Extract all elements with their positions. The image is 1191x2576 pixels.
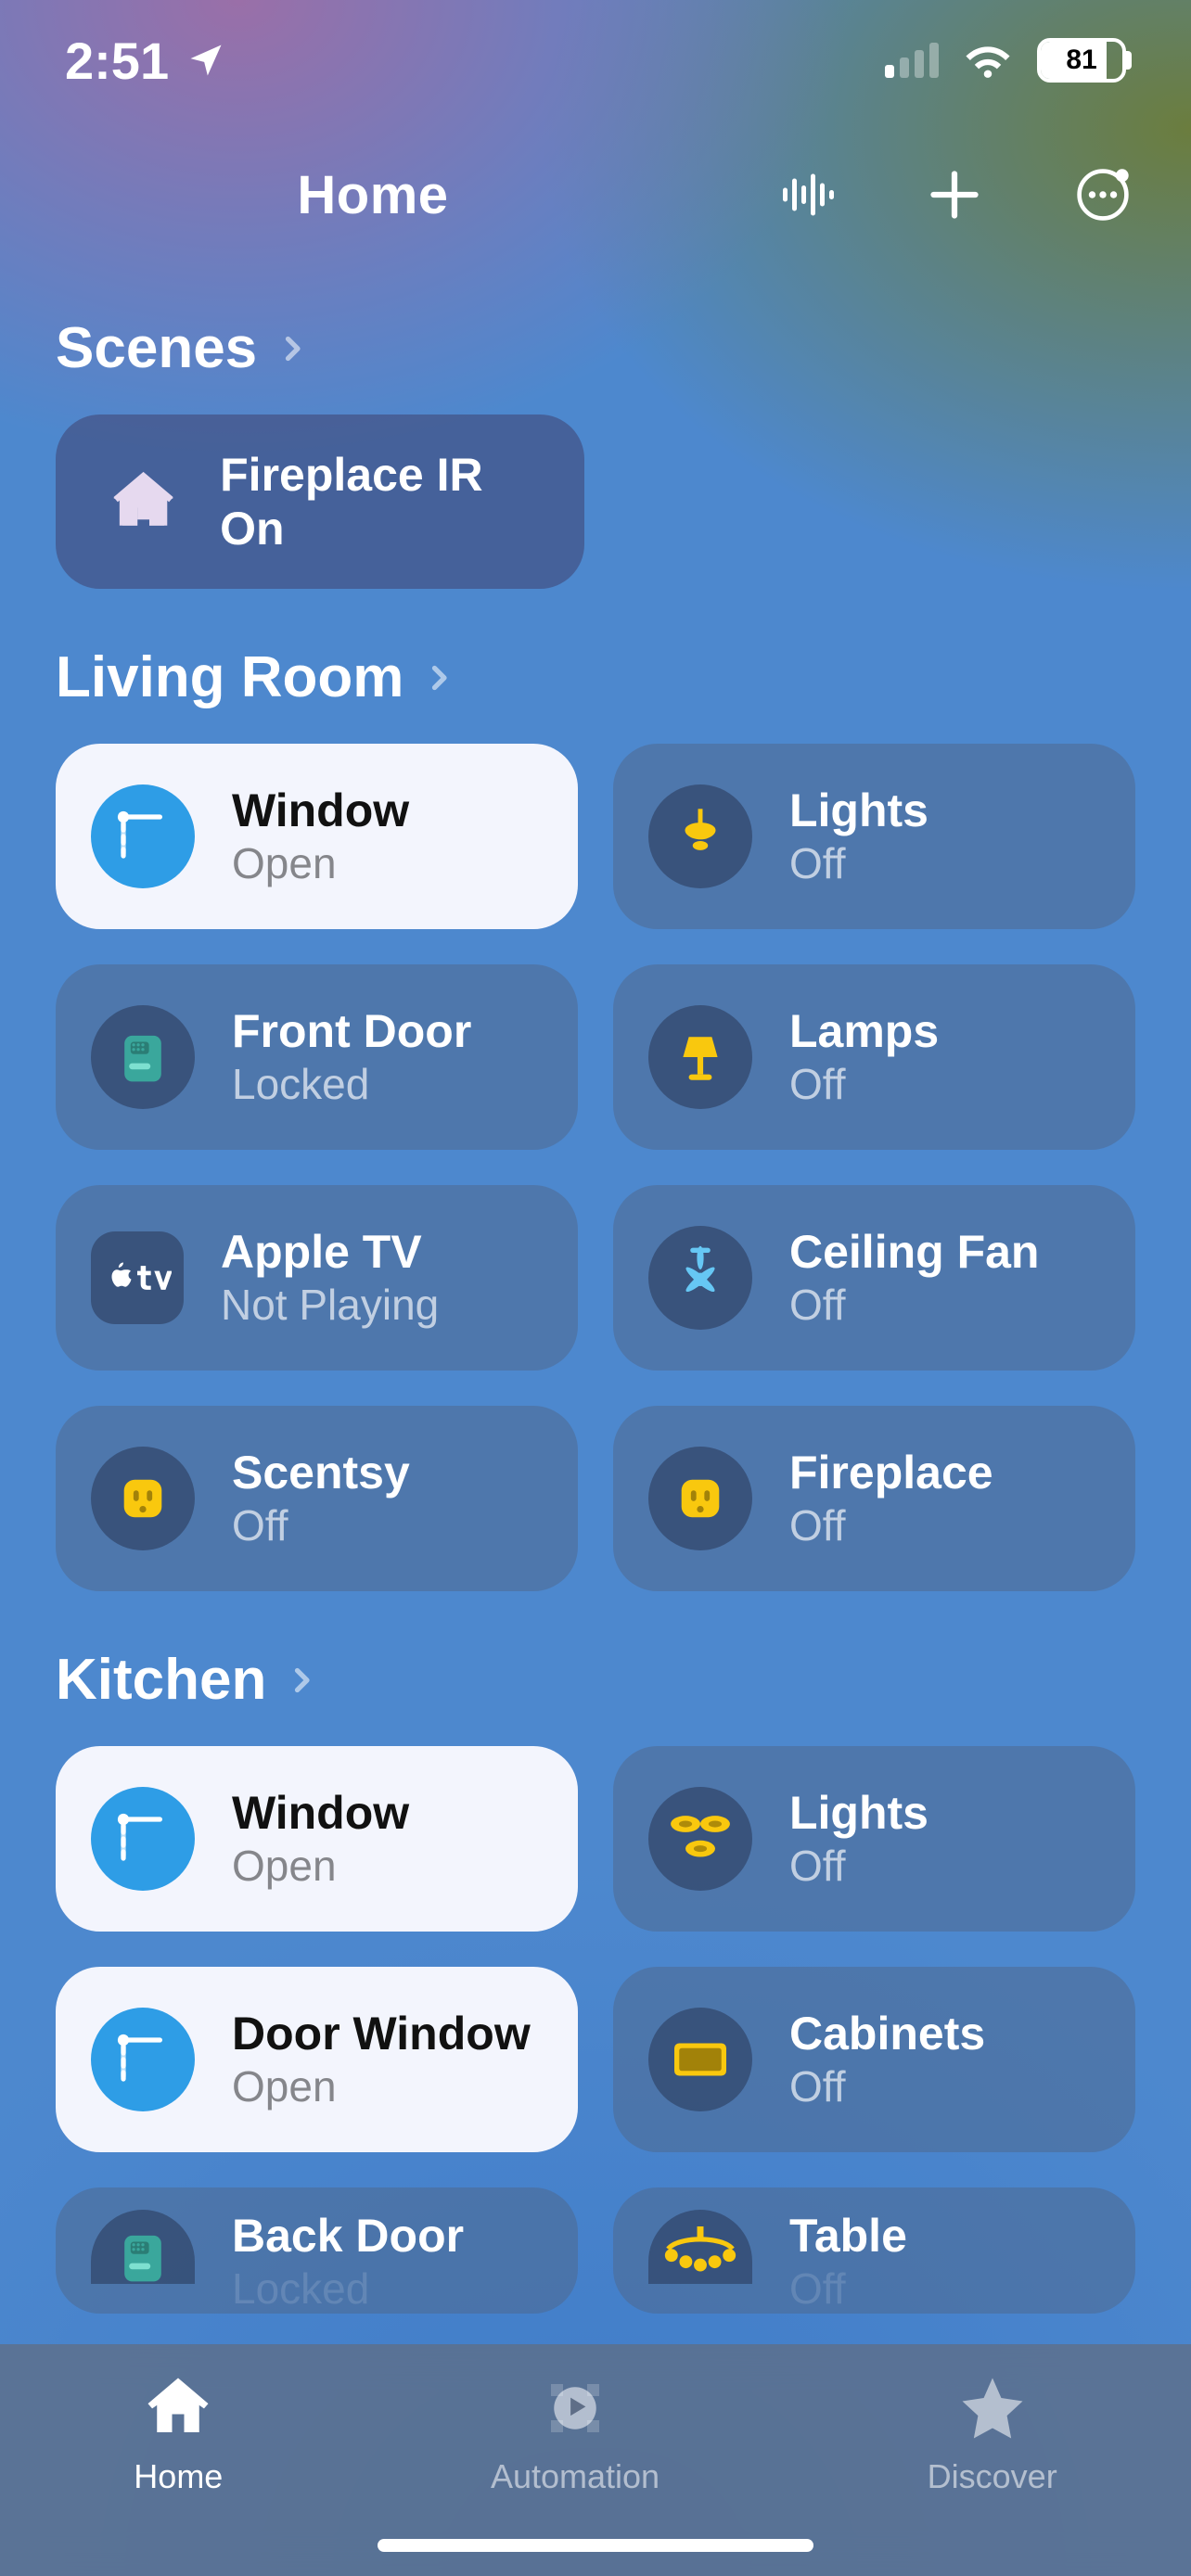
tab-label: Discover [928, 2457, 1057, 2496]
tab-label: Automation [491, 2457, 660, 2496]
appletv-icon [91, 1231, 184, 1324]
tab-automation[interactable]: Automation [491, 2372, 660, 2496]
content: Scenes Fireplace IR On Living Room Windo… [0, 278, 1191, 2344]
more-button[interactable] [1070, 162, 1135, 227]
tile-status: Off [789, 1061, 939, 1109]
lock-icon [91, 1005, 195, 1109]
tile-name: Apple TV [221, 1226, 439, 1278]
tile-name: Lights [789, 1787, 928, 1839]
scene-tile-fireplace-ir-on[interactable]: Fireplace IR On [56, 414, 584, 589]
tile-name: Scentsy [232, 1447, 410, 1498]
tile-name: Fireplace [789, 1447, 993, 1498]
navbar: Home [0, 121, 1191, 269]
section-header-living-room[interactable]: Living Room [56, 644, 1135, 710]
tab-home[interactable]: Home [134, 2372, 223, 2496]
tile-door-window[interactable]: Door WindowOpen [56, 1967, 578, 2152]
tile-name: Window [232, 1787, 409, 1839]
tile-name: Lamps [789, 1005, 939, 1057]
tile-status: Open [232, 840, 409, 888]
status-bar: 2:51 81 [0, 0, 1191, 121]
tile-status: Off [789, 2265, 907, 2314]
tile-name: Cabinets [789, 2008, 985, 2060]
tile-status: Open [232, 1843, 409, 1891]
section-header-kitchen[interactable]: Kitchen [56, 1647, 1135, 1713]
tile-grid-kitchen: WindowOpenLightsOffDoor WindowOpenCabine… [56, 1746, 1135, 2314]
tile-apple-tv[interactable]: Apple TVNot Playing [56, 1185, 578, 1371]
tile-front-door[interactable]: Front DoorLocked [56, 964, 578, 1150]
battery-icon: 81 [1037, 38, 1126, 83]
tile-lamps[interactable]: LampsOff [613, 964, 1135, 1150]
status-time: 2:51 [65, 31, 169, 91]
tile-status: Locked [232, 2265, 464, 2314]
tile-status: Off [789, 1282, 1039, 1330]
tile-name: Table [789, 2210, 907, 2262]
pendant-icon [648, 784, 752, 888]
tab-bar: Home Automation Discover [0, 2344, 1191, 2576]
sensor-icon [91, 1787, 195, 1891]
tile-status: Off [789, 840, 928, 888]
section-header-scenes[interactable]: Scenes [56, 315, 1135, 381]
tile-status: Off [789, 2063, 985, 2111]
tile-name: Back Door [232, 2210, 464, 2262]
sensor-icon [91, 784, 195, 888]
chandelier-icon [648, 2210, 752, 2284]
wifi-icon [963, 42, 1013, 79]
tile-name: Front Door [232, 1005, 471, 1057]
tile-window[interactable]: WindowOpen [56, 744, 578, 929]
cell-signal-icon [885, 43, 939, 78]
multidown-icon [648, 1787, 752, 1891]
tile-scentsy[interactable]: ScentsyOff [56, 1406, 578, 1591]
tile-status: Off [789, 1843, 928, 1891]
tile-window[interactable]: WindowOpen [56, 1746, 578, 1932]
chevron-right-icon [285, 1664, 318, 1697]
section-title: Kitchen [56, 1647, 266, 1713]
star-tab-icon [956, 2372, 1029, 2444]
tile-lights[interactable]: LightsOff [613, 1746, 1135, 1932]
house-icon [108, 463, 179, 541]
scene-label: Fireplace IR On [220, 448, 532, 555]
home-tab-icon [142, 2372, 214, 2444]
section-title: Scenes [56, 315, 257, 381]
sensor-icon [91, 2008, 195, 2111]
tile-table[interactable]: TableOff [613, 2187, 1135, 2314]
tile-name: Ceiling Fan [789, 1226, 1039, 1278]
add-button[interactable] [922, 162, 987, 227]
home-indicator[interactable] [378, 2539, 813, 2552]
location-icon [186, 40, 226, 81]
tile-status: Not Playing [221, 1282, 439, 1330]
fan-icon [648, 1226, 752, 1330]
tile-status: Open [232, 2063, 531, 2111]
tile-cabinets[interactable]: CabinetsOff [613, 1967, 1135, 2152]
automation-tab-icon [539, 2372, 611, 2444]
tile-name: Window [232, 784, 409, 836]
tile-status: Locked [232, 1061, 471, 1109]
tile-status: Off [789, 1502, 993, 1550]
tile-back-door[interactable]: Back DoorLocked [56, 2187, 578, 2314]
tile-lights[interactable]: LightsOff [613, 744, 1135, 929]
tab-label: Home [134, 2457, 223, 2496]
section-title: Living Room [56, 644, 403, 710]
tile-grid-living-room: WindowOpenLightsOffFront DoorLockedLamps… [56, 744, 1135, 1591]
outlet-icon [648, 1447, 752, 1550]
chevron-right-icon [275, 332, 309, 365]
intercom-button[interactable] [774, 162, 839, 227]
lock-icon [91, 2210, 195, 2284]
outlet-icon [91, 1447, 195, 1550]
tile-name: Lights [789, 784, 928, 836]
tile-name: Door Window [232, 2008, 531, 2060]
chevron-right-icon [422, 661, 455, 695]
lamp-icon [648, 1005, 752, 1109]
page-title: Home [297, 164, 448, 226]
tile-fireplace[interactable]: FireplaceOff [613, 1406, 1135, 1591]
tile-status: Off [232, 1502, 410, 1550]
tab-discover[interactable]: Discover [928, 2372, 1057, 2496]
lightstrip-icon [648, 2008, 752, 2111]
tile-ceiling-fan[interactable]: Ceiling FanOff [613, 1185, 1135, 1371]
